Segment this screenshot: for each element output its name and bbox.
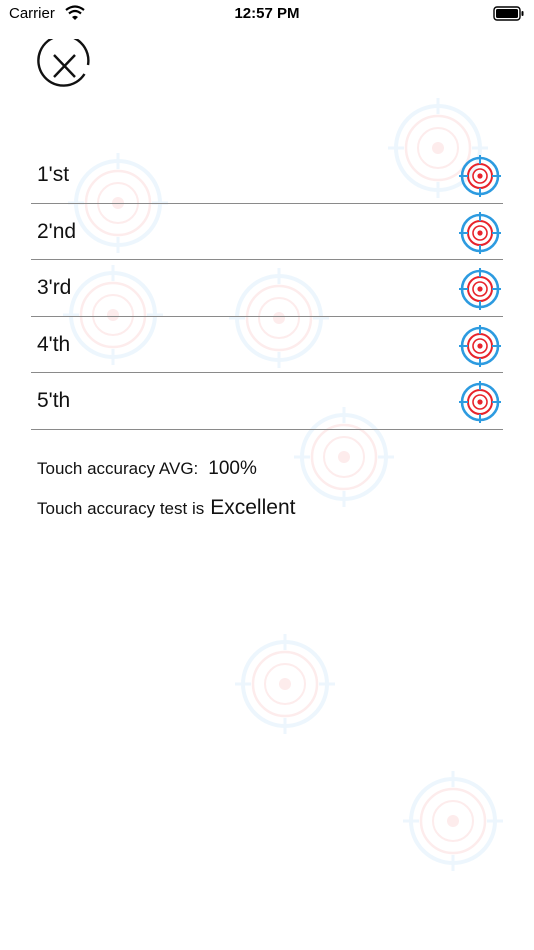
close-icon [37, 34, 90, 87]
target-icon[interactable] [458, 267, 502, 311]
accuracy-avg-label: Touch accuracy AVG: [37, 459, 199, 478]
accuracy-rating-value: Excellent [210, 496, 296, 519]
clock: 12:57 PM [234, 5, 300, 22]
tap-row-5: 5'th [31, 373, 503, 430]
tap-label: 2'nd [37, 219, 77, 243]
tap-label: 3'rd [37, 276, 72, 299]
battery-icon [493, 6, 525, 26]
target-icon[interactable] [458, 211, 502, 255]
tap-row-4: 4'th [31, 317, 503, 373]
target-icon[interactable] [458, 154, 502, 198]
status-bar: Carrier 12:57 PM [0, 0, 534, 28]
tap-label: 1'st [37, 163, 70, 186]
tap-label: 5'th [37, 389, 71, 412]
tap-label: 4'th [37, 332, 71, 356]
tap-row-3: 3'rd [31, 260, 503, 317]
accuracy-rating-line: Touch accuracy test is Excellent [37, 496, 497, 534]
close-button[interactable] [36, 34, 92, 93]
results-summary: Touch accuracy AVG: 100% Touch accuracy … [37, 458, 497, 534]
tap-results-list: 1'st 2'nd 3'rd 4'th 5'th [31, 147, 503, 430]
target-icon[interactable] [458, 324, 502, 368]
tap-row-1: 1'st [31, 147, 503, 204]
target-icon[interactable] [458, 380, 502, 424]
tap-row-2: 2'nd [31, 204, 503, 260]
accuracy-rating-label: Touch accuracy test is [37, 499, 205, 518]
accuracy-avg-line: Touch accuracy AVG: 100% [37, 458, 497, 496]
accuracy-avg-value: 100% [208, 458, 257, 479]
